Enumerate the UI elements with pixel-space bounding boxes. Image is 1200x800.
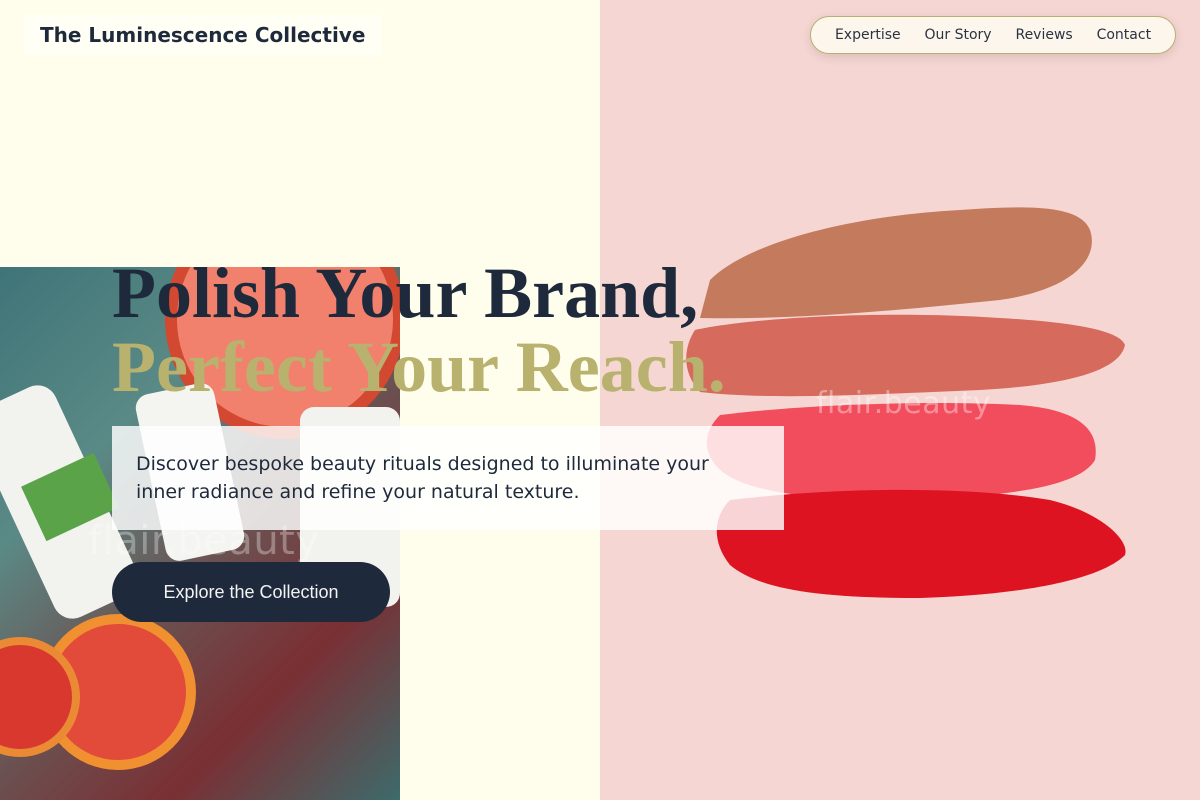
top-nav: Expertise Our Story Reviews Contact <box>810 16 1176 54</box>
nav-item-contact[interactable]: Contact <box>1097 27 1151 43</box>
nav-item-expertise[interactable]: Expertise <box>835 27 901 43</box>
headline-line-1: Polish Your Brand, <box>112 253 699 333</box>
nav-item-our-story[interactable]: Our Story <box>925 27 992 43</box>
headline-line-2: Perfect Your Reach. <box>112 327 726 407</box>
explore-collection-button[interactable]: Explore the Collection <box>112 562 390 622</box>
hero-headline: Polish Your Brand, Perfect Your Reach. <box>112 256 726 404</box>
brand-logo[interactable]: The Luminescence Collective <box>24 15 382 55</box>
image-watermark: flair.beauty <box>816 386 992 421</box>
hero-description: Discover bespoke beauty rituals designed… <box>112 426 784 530</box>
nav-item-reviews[interactable]: Reviews <box>1015 27 1072 43</box>
